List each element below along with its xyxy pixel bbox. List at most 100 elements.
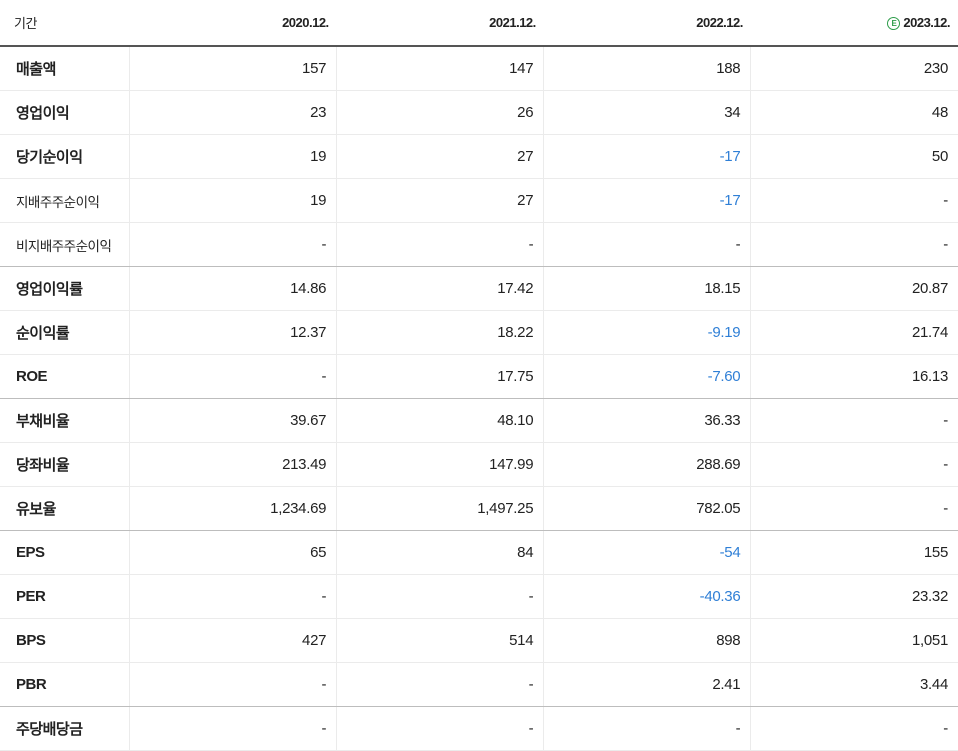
value-cell: - [750,706,958,751]
value-cell: 147 [336,46,545,91]
table-row: 영업이익 23 26 34 48 [0,90,958,135]
table-row: 순이익률 12.37 18.22 -9.19 21.74 [0,310,958,355]
value-cell: 27 [336,134,545,179]
row-label: 지배주주순이익 [0,178,131,223]
value-cell: 514 [336,618,545,663]
value-cell: 50 [750,134,958,179]
value-cell: 18.15 [543,266,752,311]
value-cell: 34 [543,90,752,135]
value-cell: 39.67 [129,398,338,443]
value-cell: 12.37 [129,310,338,355]
value-cell: 427 [129,618,338,663]
value-cell: - [750,442,958,487]
value-cell: 48.10 [336,398,545,443]
value-cell: 288.69 [543,442,752,487]
period-header-2020: 2020.12. [129,0,337,47]
value-cell: 157 [129,46,338,91]
estimate-icon: E [887,17,901,30]
value-cell: - [750,222,958,267]
table-row: 매출액 157 147 188 230 [0,46,958,91]
value-cell: -17 [543,178,752,223]
value-cell: 18.22 [336,310,545,355]
table-row: EPS 65 84 -54 155 [0,530,958,575]
value-cell: 213.49 [129,442,338,487]
table-row: 부채비율 39.67 48.10 36.33- [0,398,958,443]
row-label: PER [0,574,131,619]
value-cell: 23.32 [750,574,958,619]
header-row: 기간 2020.12. 2021.12. 2022.12. E 2023.12. [0,0,958,47]
value-cell: - [336,222,545,267]
row-label: 당기순이익 [0,134,131,179]
row-label: PBR [0,662,131,707]
value-cell: 1,497.25 [336,486,545,531]
value-cell: 782.05 [543,486,752,531]
table-row: 영업이익률 14.86 17.42 18.15 20.87 [0,266,958,311]
value-cell: - [750,398,958,443]
period-header-label: 기간 [0,0,130,47]
value-cell: - [129,662,338,707]
table-row: 지배주주순이익 19 27 -17- [0,178,958,223]
value-cell: - [543,222,752,267]
row-label: 비지배주주순이익 [0,222,131,267]
row-label: EPS [0,530,131,575]
row-label: 유보율 [0,486,131,531]
table-row: ROE -17.75 -7.60 16.13 [0,354,958,399]
value-cell: - [336,706,545,751]
value-cell: 3.44 [750,662,958,707]
table-row: BPS 427 514 898 1,051 [0,618,958,663]
value-cell: 21.74 [750,310,958,355]
period-header-2021: 2021.12. [336,0,544,47]
value-cell: -7.60 [543,354,752,399]
table-row: PBR - -2.41 3.44 [0,662,958,707]
period-header-2023: E 2023.12. [750,0,958,47]
period-header-2022: 2022.12. [543,0,751,47]
value-cell: 230 [750,46,958,91]
value-cell: - [336,662,545,707]
value-cell: - [129,706,338,751]
value-cell: -17 [543,134,752,179]
row-label: 매출액 [0,46,131,91]
value-cell: 155 [750,530,958,575]
value-cell: - [336,574,545,619]
row-label: ROE [0,354,131,399]
value-cell: 147.99 [336,442,545,487]
value-cell: 14.86 [129,266,338,311]
value-cell: 19 [129,134,338,179]
value-cell: 16.13 [750,354,958,399]
table-row: 유보율 1,234.69 1,497.25 782.05- [0,486,958,531]
value-cell: 898 [543,618,752,663]
value-cell: - [129,222,338,267]
value-cell: - [543,706,752,751]
value-cell: 20.87 [750,266,958,311]
row-label: 부채비율 [0,398,131,443]
value-cell: 1,234.69 [129,486,338,531]
value-cell: 26 [336,90,545,135]
value-cell: - [750,178,958,223]
row-label: 주당배당금 [0,706,131,751]
row-label: 영업이익률 [0,266,131,311]
value-cell: 84 [336,530,545,575]
value-cell: 19 [129,178,338,223]
value-cell: - [129,354,338,399]
financial-summary-table: 기간 2020.12. 2021.12. 2022.12. E 2023.12. … [0,0,958,751]
value-cell: -9.19 [543,310,752,355]
row-label: 순이익률 [0,310,131,355]
table-row: PER - - -40.36 23.32 [0,574,958,619]
value-cell: 27 [336,178,545,223]
row-label: BPS [0,618,131,663]
table-row: 당기순이익 19 27 -17 50 [0,134,958,179]
value-cell: -54 [543,530,752,575]
value-cell: - [750,486,958,531]
table-row: 당좌비율 213.49 147.99 288.69- [0,442,958,487]
value-cell: 1,051 [750,618,958,663]
row-label: 영업이익 [0,90,131,135]
period-header-2023-text: 2023.12. [903,15,950,30]
value-cell: 36.33 [543,398,752,443]
table-body: 매출액 157 147 188 230 영업이익 23 26 34 48 당기순이익 19 27 -17 5… [0,46,958,751]
value-cell: 17.42 [336,266,545,311]
value-cell: 188 [543,46,752,91]
row-label: 당좌비율 [0,442,131,487]
value-cell: 23 [129,90,338,135]
value-cell: 2.41 [543,662,752,707]
table-row: 비지배주주순이익 - - - - [0,222,958,267]
